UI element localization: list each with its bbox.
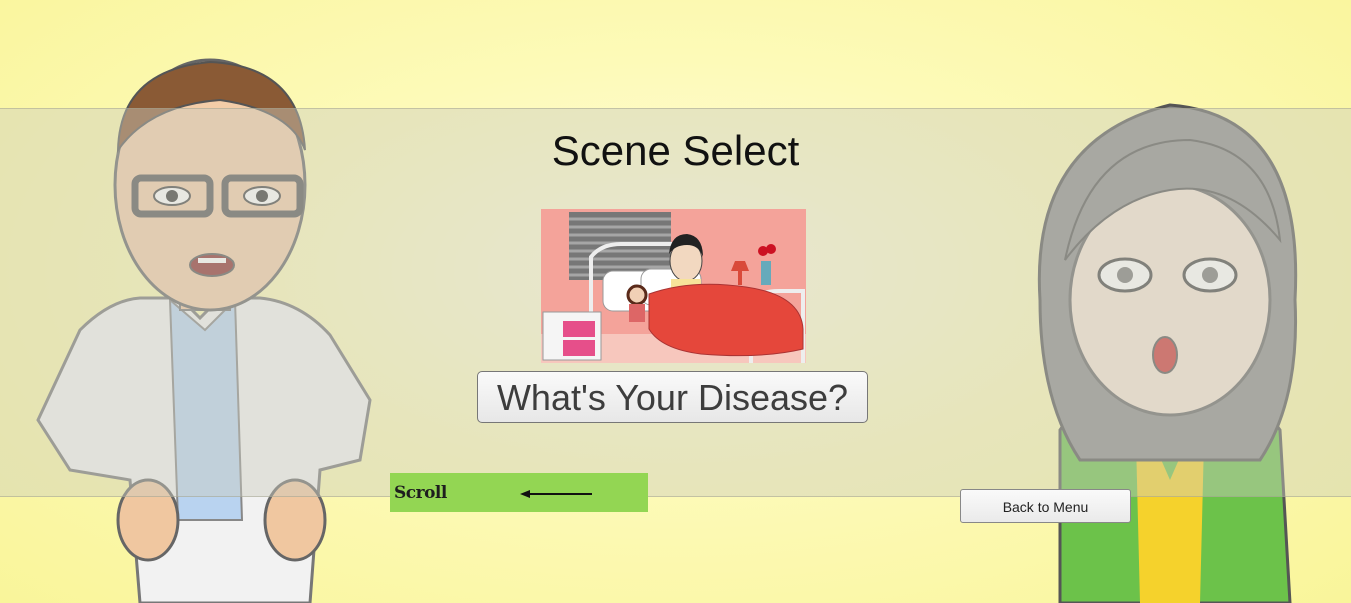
scene-button-whats-your-disease[interactable]: What's Your Disease? [477,371,868,423]
page-title: Scene Select [551,127,800,174]
scroll-bar[interactable]: Scroll [390,473,648,512]
back-to-menu-button[interactable]: Back to Menu [960,489,1131,523]
scene-thumbnail[interactable] [541,209,806,363]
scroll-label: Scroll [394,483,447,503]
left-arrow-icon [520,490,592,498]
